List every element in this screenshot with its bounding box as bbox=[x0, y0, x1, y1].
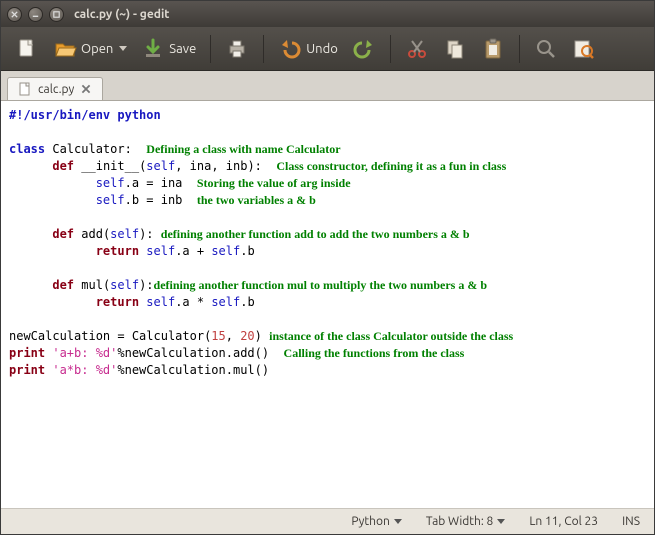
status-tabwidth[interactable]: Tab Width: 8 bbox=[426, 515, 505, 528]
status-insert-mode[interactable]: INS bbox=[622, 515, 640, 528]
separator bbox=[390, 35, 391, 63]
open-button[interactable]: Open bbox=[47, 33, 133, 65]
anno-mul: defining another function mul to multipl… bbox=[154, 278, 487, 292]
code-shebang: #!/usr/bin/env python bbox=[9, 108, 161, 122]
find-replace-icon bbox=[572, 37, 596, 61]
close-icon bbox=[80, 83, 92, 95]
open-icon bbox=[53, 37, 77, 61]
anno-instance: instance of the class Calculator outside… bbox=[269, 329, 513, 343]
redo-icon bbox=[352, 37, 376, 61]
anno-store2: the two variables a & b bbox=[197, 193, 316, 207]
save-icon bbox=[141, 37, 165, 61]
find-replace-button[interactable] bbox=[566, 33, 602, 65]
tab-calc-py[interactable]: calc.py bbox=[7, 77, 103, 100]
new-file-icon bbox=[15, 37, 39, 61]
anno-store1: Storing the value of arg inside bbox=[197, 176, 351, 190]
anno-add: defining another function add to add the… bbox=[161, 227, 470, 241]
window-title: calc.py (~) - gedit bbox=[74, 8, 169, 21]
redo-button[interactable] bbox=[346, 33, 382, 65]
editor-area[interactable]: #!/usr/bin/env python class Calculator: … bbox=[1, 101, 654, 508]
open-label: Open bbox=[81, 42, 113, 56]
undo-button[interactable]: Undo bbox=[272, 33, 344, 65]
anno-ctor: Class constructor, defining it as a fun … bbox=[276, 159, 506, 173]
dropdown-icon bbox=[394, 519, 402, 524]
search-icon bbox=[534, 37, 558, 61]
print-icon bbox=[225, 37, 249, 61]
undo-label: Undo bbox=[306, 42, 338, 56]
maximize-window-button[interactable] bbox=[49, 7, 64, 22]
save-button[interactable]: Save bbox=[135, 33, 202, 65]
new-file-button[interactable] bbox=[9, 33, 45, 65]
separator bbox=[263, 35, 264, 63]
toolbar: Open Save Undo bbox=[1, 27, 654, 71]
print-button[interactable] bbox=[219, 33, 255, 65]
search-button[interactable] bbox=[528, 33, 564, 65]
open-dropdown-icon bbox=[119, 46, 127, 51]
tab-bar: calc.py bbox=[1, 71, 654, 101]
status-language[interactable]: Python bbox=[351, 515, 402, 528]
tab-close-button[interactable] bbox=[80, 83, 92, 95]
separator bbox=[210, 35, 211, 63]
file-icon bbox=[18, 82, 32, 96]
paste-button[interactable] bbox=[475, 33, 511, 65]
tab-label: calc.py bbox=[38, 83, 74, 96]
paste-icon bbox=[481, 37, 505, 61]
kw-class: class bbox=[9, 142, 45, 156]
copy-button[interactable] bbox=[437, 33, 473, 65]
cut-icon bbox=[405, 37, 429, 61]
undo-icon bbox=[278, 37, 302, 61]
anno-class: Defining a class with name Calculator bbox=[146, 142, 340, 156]
anno-calling: Calling the functions from the class bbox=[284, 346, 465, 360]
status-bar: Python Tab Width: 8 Ln 11, Col 23 INS bbox=[1, 508, 654, 534]
cut-button[interactable] bbox=[399, 33, 435, 65]
save-label: Save bbox=[169, 42, 196, 56]
status-cursor-position: Ln 11, Col 23 bbox=[529, 515, 598, 528]
minimize-window-button[interactable] bbox=[28, 7, 43, 22]
titlebar: calc.py (~) - gedit bbox=[1, 1, 654, 27]
dropdown-icon bbox=[497, 519, 505, 524]
copy-icon bbox=[443, 37, 467, 61]
close-window-button[interactable] bbox=[7, 7, 22, 22]
separator bbox=[519, 35, 520, 63]
